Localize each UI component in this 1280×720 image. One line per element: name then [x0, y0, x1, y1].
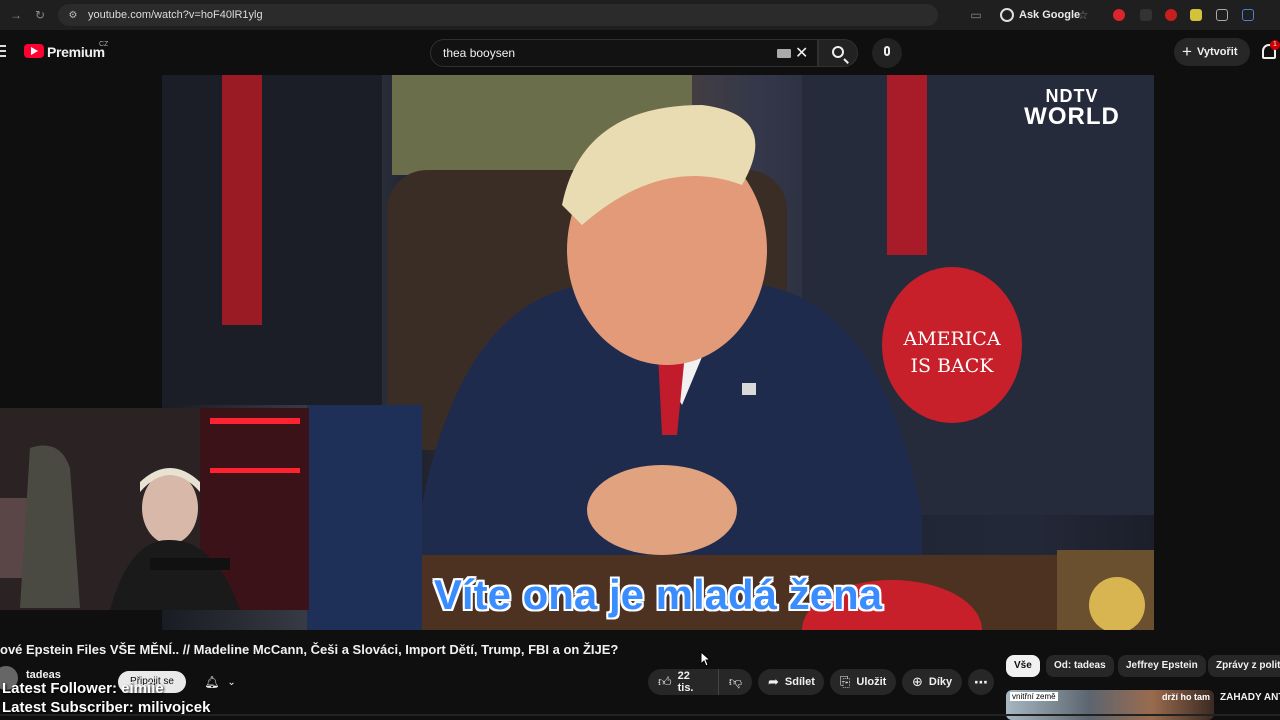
cap-text-1: AMERICA [902, 328, 1000, 350]
address-bar[interactable]: ⚙ youtube.com/watch?v=hoF40lR1ylg [58, 4, 938, 26]
extension-icon-1[interactable] [1113, 9, 1125, 21]
chip-from-channel[interactable]: Od: tadeas [1046, 655, 1114, 677]
youtube-header: Premium CZ ✕ + Vytvořit 1 [0, 30, 1280, 74]
clear-search-icon[interactable]: ✕ [795, 43, 808, 63]
notification-badge: 1 [1270, 40, 1280, 50]
video-player[interactable]: AMERICA IS BACK NDTV WORLD Víte ona je m… [162, 75, 1154, 630]
keyboard-icon[interactable] [777, 49, 791, 58]
video-subtitle: Víte ona je mladá žena [433, 571, 883, 618]
voice-search-button[interactable] [872, 38, 902, 68]
site-info-icon[interactable]: ⚙ [66, 8, 80, 22]
more-actions-button[interactable]: ⋯ [968, 669, 994, 695]
region-code: CZ [99, 41, 109, 48]
notifications-button[interactable]: 🔔︎ ⌄ [194, 671, 246, 693]
thumbs-up-icon: 👍︎ [658, 674, 672, 689]
cast-icon[interactable]: ▭ [968, 7, 984, 23]
save-label: Uložit [856, 676, 887, 688]
microphone-icon [884, 46, 890, 56]
like-button[interactable]: 👍︎ 22 tis. [648, 669, 718, 695]
share-arrow-icon: ➦ [768, 674, 779, 689]
forward-icon[interactable]: → [8, 7, 24, 23]
thanks-label: Díky [928, 676, 953, 688]
reload-icon[interactable]: ↻ [32, 7, 48, 23]
background-tie-left [222, 75, 262, 325]
clasped-hands [587, 465, 737, 555]
thumbnail-label: vnitřní země [1010, 692, 1058, 701]
flag-pin [742, 383, 756, 395]
search-box[interactable]: ✕ [430, 39, 818, 67]
create-label: Vytvořit [1196, 46, 1238, 58]
dislike-button[interactable]: 👎︎ [718, 669, 752, 695]
chip-jeffrey-epstein[interactable]: Jeffrey Epstein [1118, 655, 1206, 677]
google-lens-icon [1000, 8, 1014, 22]
background-tie-right [887, 75, 927, 255]
search-button[interactable] [818, 39, 858, 67]
share-label: Sdílet [784, 676, 815, 688]
bookmark-icon: ⎘ [840, 674, 851, 689]
browser-toolbar: → ↻ ⚙ youtube.com/watch?v=hoF40lR1ylg ▭ … [0, 0, 1280, 30]
url-text: youtube.com/watch?v=hoF40lR1ylg [88, 9, 263, 21]
ask-google-button[interactable]: Ask Google [992, 5, 1088, 25]
share-button[interactable]: ➦ Sdílet [758, 669, 824, 695]
extensions-puzzle-icon[interactable] [1242, 9, 1254, 21]
thumbs-down-icon: 👎︎ [728, 674, 743, 689]
like-count: 22 tis. [677, 670, 694, 694]
save-button[interactable]: ⎘ Uložit [830, 669, 896, 695]
video-title: ové Epstein Files VŠE MĚNÍ.. // Madeline… [0, 642, 619, 657]
thanks-button[interactable]: ⊕ Díky [902, 669, 962, 695]
webcam-frame [0, 408, 309, 610]
plus-icon: + [1182, 42, 1192, 61]
page-bottom-bar [0, 714, 1280, 716]
chevron-down-icon: ⌄ [227, 676, 236, 688]
background-person-left [162, 75, 382, 405]
more-dots-icon: ⋯ [974, 673, 988, 690]
extension-icon-4[interactable] [1190, 9, 1202, 21]
thumbnail-text: drží ho tam [1161, 692, 1210, 702]
recommendation-title[interactable]: ZÁHADY ANTARKTIDY [1220, 692, 1280, 703]
video-frame: AMERICA IS BACK [162, 75, 1154, 630]
extension-icon-3[interactable] [1165, 9, 1177, 21]
menu-icon[interactable] [0, 45, 6, 57]
microphone-arm [150, 558, 230, 570]
search-input[interactable] [441, 45, 761, 61]
thanks-icon: ⊕ [912, 674, 923, 689]
chip-politics-news[interactable]: Zprávy z politiky [1208, 655, 1280, 677]
stream-latest-follower: Latest Follower: eimiie [2, 680, 164, 697]
search-icon [832, 46, 844, 58]
logo-text-bottom: WORLD [1024, 103, 1120, 130]
streamer-webcam [0, 408, 309, 610]
bell-outline-icon: 🔔︎ [204, 675, 220, 689]
chip-all[interactable]: Vše [1006, 655, 1040, 677]
ask-google-label: Ask Google [1019, 9, 1081, 21]
youtube-logo-icon[interactable] [24, 44, 44, 58]
logo-text[interactable]: Premium [47, 44, 105, 60]
mouse-cursor-icon [700, 651, 712, 667]
extension-icon-2[interactable] [1140, 9, 1152, 21]
streamer-face [142, 472, 198, 544]
cap-text-2: IS BACK [911, 355, 995, 377]
bookmark-star-icon[interactable]: ☆ [1075, 7, 1091, 23]
ndtv-world-logo: NDTV WORLD [1002, 87, 1142, 129]
extension-icon-5[interactable] [1216, 9, 1228, 21]
create-button[interactable]: + Vytvořit [1174, 38, 1250, 66]
